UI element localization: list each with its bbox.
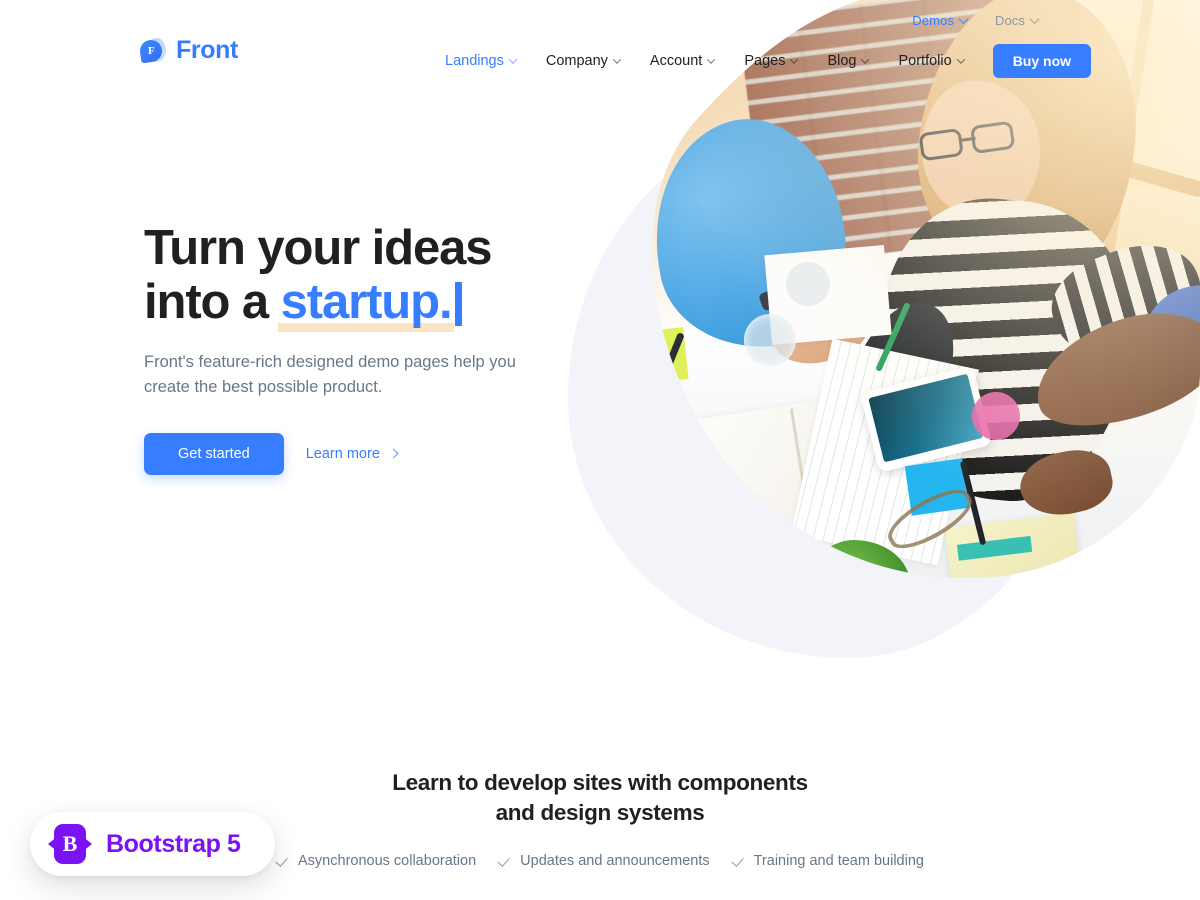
photo-tablet-device: [860, 365, 992, 473]
feature-label: Updates and announcements: [520, 853, 710, 870]
chevron-down-icon: [707, 55, 716, 64]
photo-pink-chart: [970, 390, 1021, 441]
photo-striped-sweater-2: [1039, 226, 1200, 375]
bootstrap-badge[interactable]: B Bootstrap 5: [30, 812, 275, 876]
bootstrap-logo-square: B: [54, 824, 86, 864]
photo-blue-sticky-note: [905, 458, 969, 516]
check-icon: [276, 855, 289, 868]
hero-title-highlight: startup.: [277, 274, 455, 332]
chevron-down-icon: [861, 55, 870, 64]
hero-photo-composition: [602, 0, 1200, 578]
features-title: Learn to develop sites with components a…: [280, 768, 920, 827]
photo-backdrop: [602, 0, 1200, 578]
nav-item-label: Pages: [744, 53, 786, 69]
photo-eyeglasses: [918, 119, 1029, 164]
main-nav-items: Landings Company Account Pages Blog Port…: [430, 40, 1092, 82]
chevron-down-icon: [1029, 13, 1040, 24]
brand-name: Front: [176, 36, 238, 64]
chevron-right-icon: [388, 448, 399, 459]
chevron-down-icon: [790, 55, 799, 64]
utility-navbar: Demos Docs: [0, 0, 1200, 40]
photo-green-pencil: [875, 302, 911, 372]
photo-blue-sleeve: [1130, 270, 1200, 394]
photo-hand-left: [765, 288, 874, 374]
nav-item-portfolio[interactable]: Portfolio: [883, 53, 978, 69]
hero-title-line2-prefix: into a: [144, 274, 281, 329]
photo-desk-plant: [806, 540, 910, 578]
utility-nav-label: Demos: [912, 12, 954, 28]
bootstrap-logo-letter: B: [62, 831, 78, 856]
brand-logo[interactable]: F Front: [138, 36, 238, 65]
utility-nav-label: Docs: [994, 12, 1025, 28]
get-started-button[interactable]: Get started: [144, 432, 284, 475]
logo-letter: F: [147, 45, 155, 58]
photo-pen-black-2: [960, 461, 987, 546]
hero-actions: Get started Learn more: [144, 432, 664, 475]
buy-now-button[interactable]: Buy now: [992, 44, 1092, 78]
nav-item-pages[interactable]: Pages: [729, 53, 812, 69]
feature-item: Asynchronous collaboration: [265, 853, 487, 869]
nav-item-label: Company: [545, 53, 608, 69]
bootstrap-logo-icon: B: [48, 824, 92, 864]
landing-page: Demos Docs F Front Landings Company Acco…: [0, 0, 1200, 900]
nav-item-account[interactable]: Account: [635, 53, 729, 69]
photo-water-glass: [744, 314, 796, 366]
photo-striped-sweater: [867, 190, 1142, 511]
hero-subtitle: Front's feature-rich designed demo pages…: [144, 352, 516, 397]
photo-soft-overlay: [602, 0, 1200, 578]
photo-desk: [602, 330, 1200, 578]
check-icon: [498, 855, 511, 868]
photo-dark-sleeve: [820, 287, 972, 487]
photo-open-notebook: [695, 390, 906, 568]
photo-woman-face: [915, 74, 1047, 226]
chevron-down-icon: [956, 55, 965, 64]
photo-sunlight-glow: [602, 0, 1200, 578]
photo-man-blue-shirt: [632, 103, 866, 367]
utility-nav-item-demos[interactable]: Demos: [912, 12, 969, 28]
front-leaf-logo-icon: F: [138, 37, 167, 64]
utility-nav-item-docs[interactable]: Docs: [994, 12, 1040, 28]
bootstrap-badge-label: Bootstrap 5: [106, 829, 241, 858]
features-title-line1: Learn to develop sites with components: [392, 770, 808, 795]
main-navbar: F Front Landings Company Account Pages B…: [0, 36, 1200, 82]
nav-item-company[interactable]: Company: [531, 53, 635, 69]
learn-more-label: Learn more: [305, 445, 380, 462]
nav-item-label: Landings: [445, 53, 504, 69]
nav-item-label: Account: [649, 53, 703, 69]
check-icon: [732, 855, 745, 868]
nav-item-blog[interactable]: Blog: [812, 53, 883, 69]
hero-title-line1: Turn your ideas: [144, 221, 493, 275]
hero-photo: [602, 0, 1200, 578]
chevron-down-icon: [958, 13, 969, 24]
feature-item: Training and team building: [721, 853, 935, 869]
photo-loose-paper: [764, 245, 891, 345]
photo-document-folder: [945, 512, 1085, 578]
feature-item: Updates and announcements: [487, 853, 720, 869]
photo-wristwatch: [758, 282, 798, 311]
photo-water-glass-2: [786, 262, 830, 306]
text-caret-icon: [455, 281, 463, 326]
chevron-down-icon: [612, 55, 622, 64]
features-title-line2: and design systems: [495, 799, 705, 825]
feature-label: Training and team building: [753, 853, 924, 870]
photo-hand-right: [1015, 443, 1118, 523]
photo-desk-eyeglasses: [881, 480, 980, 559]
hero-title: Turn your ideas into a startup.: [144, 221, 664, 332]
feature-label: Asynchronous collaboration: [298, 853, 477, 870]
nav-item-label: Blog: [827, 53, 857, 69]
chevron-down-icon: [508, 55, 518, 64]
photo-handrail: [972, 117, 1200, 199]
nav-item-label: Portfolio: [898, 53, 952, 69]
photo-arm-reaching: [1022, 293, 1200, 445]
learn-more-link[interactable]: Learn more: [305, 445, 399, 462]
nav-item-landings[interactable]: Landings: [430, 53, 531, 69]
photo-printed-report: [791, 339, 979, 566]
hero-copy: Turn your ideas into a startup. Front's …: [144, 221, 664, 475]
